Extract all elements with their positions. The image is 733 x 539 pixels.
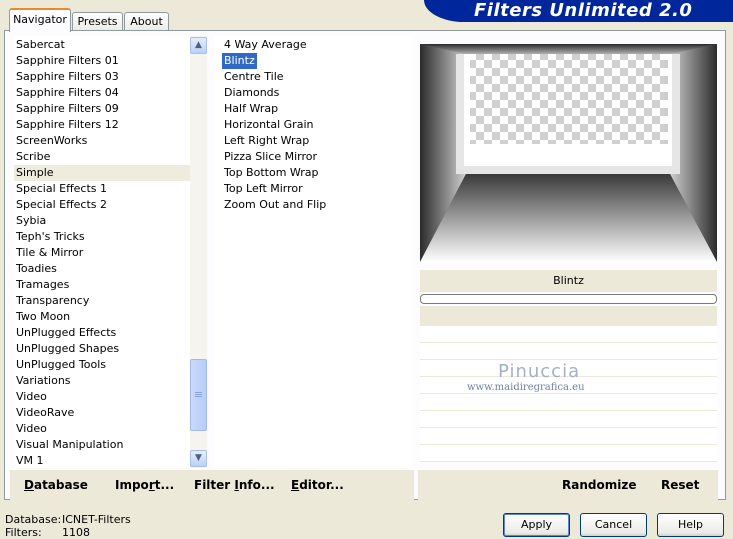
help-button[interactable]: Help [657,513,724,537]
tab-navigator[interactable]: Navigator [9,8,71,32]
import-button[interactable]: Import... [115,470,174,500]
category-item[interactable]: Sapphire Filters 12 [14,117,190,133]
randomize-button[interactable]: Randomize [562,470,636,500]
category-item[interactable]: VideoRave [14,405,190,421]
filter-item[interactable]: Half Wrap [222,101,278,117]
category-item[interactable]: Visual Manipulation [14,437,190,453]
category-item[interactable]: Scribe [14,149,190,165]
category-item[interactable]: VM 1 [14,453,190,469]
preview-canvas [420,44,717,262]
category-item[interactable]: Tramages [14,277,190,293]
scroll-down-icon[interactable]: ▼ [190,450,207,467]
category-item[interactable]: Transparency [14,293,190,309]
category-item[interactable]: Video [14,389,190,405]
tab-about[interactable]: About [124,12,169,31]
category-item[interactable]: UnPlugged Effects [14,325,190,341]
category-item[interactable]: Tile & Mirror [14,245,190,261]
filters-count-label: Filters: [5,526,42,539]
category-item[interactable]: Teph's Tricks [14,229,190,245]
category-item[interactable]: Sapphire Filters 03 [14,69,190,85]
category-item[interactable]: Special Effects 1 [14,181,190,197]
right-button-bar: Randomize Reset [418,470,718,500]
filter-item[interactable]: Top Bottom Wrap [222,165,319,181]
editor-button[interactable]: Editor... [291,470,344,500]
progress-bar [420,294,717,304]
parameter-row[interactable] [420,343,717,360]
left-button-bar: Database Import... Filter Info... Editor… [10,470,414,500]
category-item[interactable]: ScreenWorks [14,133,190,149]
filter-name-label: Blintz [420,270,717,292]
category-item[interactable]: Sabercat [14,37,190,53]
category-item[interactable]: UnPlugged Shapes [14,341,190,357]
filter-item[interactable]: Centre Tile [222,69,284,85]
scroll-up-icon[interactable]: ▲ [190,37,207,54]
category-item[interactable]: Variations [14,373,190,389]
category-item[interactable]: Sapphire Filters 01 [14,53,190,69]
parameter-row[interactable] [420,411,717,428]
filter-item[interactable]: Left Right Wrap [222,133,309,149]
category-item[interactable]: Simple [14,165,190,181]
filter-item[interactable]: Top Left Mirror [222,181,303,197]
category-item[interactable]: Sapphire Filters 09 [14,101,190,117]
reset-button[interactable]: Reset [661,470,699,500]
filters-count-value: 1108 [62,526,90,539]
filter-item[interactable]: 4 Way Average [222,37,307,53]
cancel-button[interactable]: Cancel [580,513,647,537]
category-item[interactable]: Two Moon [14,309,190,325]
filter-list[interactable]: 4 Way Average Blintz Centre Tile Diamonds Ha… [214,36,412,468]
watermark-name: Pinuccia [498,361,581,382]
scroll-thumb[interactable] [190,359,207,431]
filter-item[interactable]: Diamonds [222,85,279,101]
parameter-row[interactable] [420,428,717,445]
category-item[interactable]: Sapphire Filters 04 [14,85,190,101]
filter-item[interactable]: Zoom Out and Flip [222,197,326,213]
filter-item[interactable]: Blintz [222,53,257,69]
category-item[interactable]: Toadies [14,261,190,277]
database-button[interactable]: Database [24,470,88,500]
database-value: ICNET-Filters [62,513,131,526]
category-list[interactable]: Sabercat Sapphire Filters 01 Sapphire Filt… [14,36,190,468]
filter-info-button[interactable]: Filter Info... [194,470,275,500]
filter-item[interactable]: Pizza Slice Mirror [222,149,317,165]
watermark-url: www.maidiregrafica.eu [467,382,585,393]
parameter-row[interactable] [420,326,717,343]
preview-image [420,44,717,262]
category-item[interactable]: UnPlugged Tools [14,357,190,373]
database-label: Database: [5,513,62,526]
app-title: Filters Unlimited 2.0 [474,0,693,21]
category-item[interactable]: Sybia [14,213,190,229]
parameter-row[interactable] [420,394,717,411]
category-item[interactable]: Special Effects 2 [14,197,190,213]
apply-button[interactable]: Apply [503,513,570,537]
filter-item[interactable]: Horizontal Grain [222,117,313,133]
category-scrollbar[interactable]: ▲ ▼ [190,36,207,468]
category-item[interactable]: Video [14,421,190,437]
tab-presets[interactable]: Presets [72,12,123,31]
parameter-row[interactable] [420,445,717,462]
